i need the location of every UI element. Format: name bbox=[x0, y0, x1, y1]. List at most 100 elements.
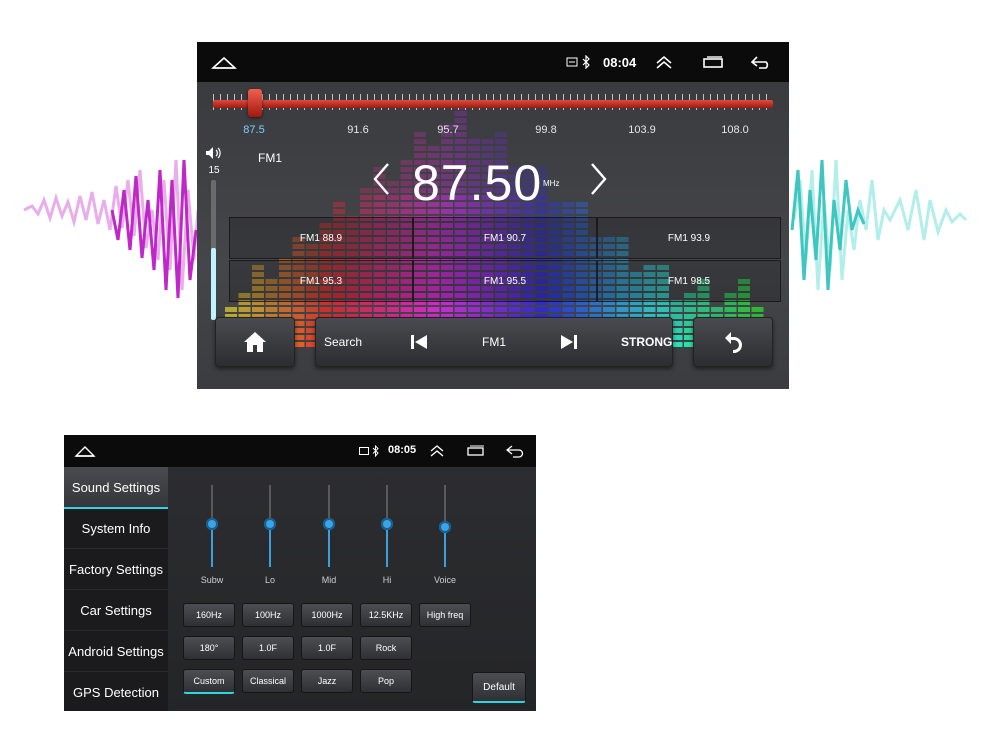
search-button[interactable]: Search bbox=[324, 318, 362, 366]
eq-bar-segment bbox=[670, 307, 683, 312]
eq-bar-segment bbox=[360, 188, 372, 193]
preset-3[interactable]: FM1 93.9 bbox=[597, 217, 781, 259]
eq-bar-segment bbox=[495, 132, 507, 137]
menu-factory-settings[interactable]: Factory Settings bbox=[64, 549, 168, 590]
eq-bar-segment bbox=[441, 139, 453, 144]
preset-rock-button[interactable]: Rock bbox=[360, 636, 412, 660]
eq-bar-segment bbox=[495, 139, 507, 144]
eq-bar-segment bbox=[657, 307, 669, 312]
eq-bar-segment bbox=[292, 307, 305, 312]
q-factor-mid-button[interactable]: 1.0F bbox=[301, 636, 353, 660]
slider-mid-knob[interactable] bbox=[323, 518, 335, 530]
bluetooth-icon bbox=[372, 435, 379, 467]
tuner-scale-bar[interactable] bbox=[213, 100, 773, 108]
signal-strength-button[interactable]: STRONG bbox=[621, 318, 672, 366]
eq-bar-segment bbox=[468, 307, 480, 312]
slider-voice-knob[interactable] bbox=[439, 521, 451, 533]
chevron-up-icon[interactable] bbox=[655, 42, 673, 82]
status-time: 08:04 bbox=[603, 55, 637, 70]
slider-lo-fill bbox=[269, 524, 271, 567]
eq-bar-segment bbox=[549, 209, 561, 214]
slider-hi-knob[interactable] bbox=[381, 518, 393, 530]
preset-pop-button[interactable]: Pop bbox=[360, 669, 412, 693]
eq-bar-segment bbox=[630, 307, 642, 312]
eq-bar-segment bbox=[360, 209, 372, 214]
eq-bar-segment bbox=[400, 307, 413, 312]
home-icon[interactable] bbox=[211, 42, 237, 82]
home-filled-icon bbox=[244, 332, 266, 352]
eq-bar-segment bbox=[576, 307, 588, 312]
eq-bar-segment bbox=[576, 202, 588, 207]
eq-bar-segment bbox=[495, 307, 507, 312]
slider-subw-fill bbox=[211, 524, 213, 567]
home-button[interactable] bbox=[215, 317, 295, 367]
eq-bar-segment bbox=[414, 139, 426, 144]
eq-bar-segment bbox=[387, 209, 399, 214]
preset-5[interactable]: FM1 95.5 bbox=[413, 260, 597, 302]
eq-bar-segment bbox=[535, 307, 548, 312]
eq-bar-segment bbox=[468, 139, 480, 144]
preset-1[interactable]: FM1 88.9 bbox=[229, 217, 413, 259]
preset-6[interactable]: FM1 98.5 bbox=[597, 260, 781, 302]
eq-bar-segment bbox=[454, 146, 467, 151]
recent-apps-icon[interactable] bbox=[702, 42, 724, 82]
slider-voice-fill bbox=[444, 527, 446, 567]
menu-android-settings[interactable]: Android Settings bbox=[64, 631, 168, 672]
eq-bar-segment bbox=[576, 209, 588, 214]
eq-bar-segment bbox=[400, 181, 413, 186]
preset-2[interactable]: FM1 90.7 bbox=[413, 217, 597, 259]
preset-custom-button[interactable]: Custom bbox=[183, 669, 235, 694]
freq-100hz-button[interactable]: 100Hz bbox=[242, 603, 294, 627]
eq-bar-segment bbox=[373, 209, 386, 214]
eq-bar-segment bbox=[373, 202, 386, 207]
band-button[interactable]: FM1 bbox=[482, 318, 506, 366]
eq-bar-segment bbox=[225, 307, 237, 312]
chevron-up-icon[interactable] bbox=[430, 435, 444, 467]
slider-mid-fill bbox=[328, 524, 330, 567]
freq-160hz-button[interactable]: 160Hz bbox=[183, 603, 235, 627]
preset-4[interactable]: FM1 95.3 bbox=[229, 260, 413, 302]
radio-screen: 08:04 87.5 91.6 95.7 99.8 103.9 108.0 15… bbox=[197, 42, 789, 389]
back-icon[interactable] bbox=[749, 42, 773, 82]
freq-12-5khz-button[interactable]: 12.5KHz bbox=[360, 603, 412, 627]
skip-next-icon[interactable] bbox=[560, 318, 578, 366]
volume-fill bbox=[211, 248, 216, 320]
slider-mid-label: Mid bbox=[321, 575, 337, 585]
slider-lo-knob[interactable] bbox=[264, 518, 276, 530]
menu-system-info[interactable]: System Info bbox=[64, 508, 168, 549]
next-frequency-icon[interactable] bbox=[588, 162, 608, 196]
eq-bar-segment bbox=[508, 307, 521, 312]
eq-bar-segment bbox=[360, 195, 372, 200]
eq-bar-segment bbox=[724, 307, 737, 312]
skip-previous-icon[interactable] bbox=[410, 318, 428, 366]
eq-bar-segment bbox=[589, 307, 602, 312]
recent-apps-icon[interactable] bbox=[467, 435, 485, 467]
prev-frequency-icon[interactable] bbox=[372, 162, 392, 196]
control-bar: Search FM1 STRONG bbox=[315, 317, 673, 367]
status-time: 08:05 bbox=[388, 444, 417, 456]
phase-180-button[interactable]: 180° bbox=[183, 636, 235, 660]
eq-bar-segment bbox=[751, 307, 764, 312]
eq-bar-segment bbox=[400, 209, 413, 214]
back-icon[interactable] bbox=[505, 435, 525, 467]
bluetooth-icon bbox=[582, 42, 590, 82]
menu-sound-settings[interactable]: Sound Settings bbox=[64, 467, 168, 509]
slider-hi-fill bbox=[386, 524, 388, 567]
return-button[interactable] bbox=[693, 317, 773, 367]
menu-car-settings[interactable]: Car Settings bbox=[64, 590, 168, 631]
default-button[interactable]: Default bbox=[472, 672, 526, 703]
current-frequency: 87.50 bbox=[412, 155, 543, 211]
home-icon[interactable] bbox=[74, 435, 96, 467]
eq-bar-segment bbox=[616, 307, 629, 312]
frequency-unit: MHz bbox=[543, 179, 560, 188]
sim-icon bbox=[359, 435, 369, 467]
eq-bar-segment bbox=[346, 307, 359, 312]
high-freq-button[interactable]: High freq bbox=[419, 603, 471, 627]
freq-1000hz-button[interactable]: 1000Hz bbox=[301, 603, 353, 627]
preset-classical-button[interactable]: Classical bbox=[242, 669, 294, 693]
tuner-knob[interactable] bbox=[248, 89, 262, 117]
q-factor-lo-button[interactable]: 1.0F bbox=[242, 636, 294, 660]
preset-jazz-button[interactable]: Jazz bbox=[301, 669, 353, 693]
menu-gps-detection[interactable]: GPS Detection bbox=[64, 672, 168, 711]
slider-subw-knob[interactable] bbox=[206, 518, 218, 530]
